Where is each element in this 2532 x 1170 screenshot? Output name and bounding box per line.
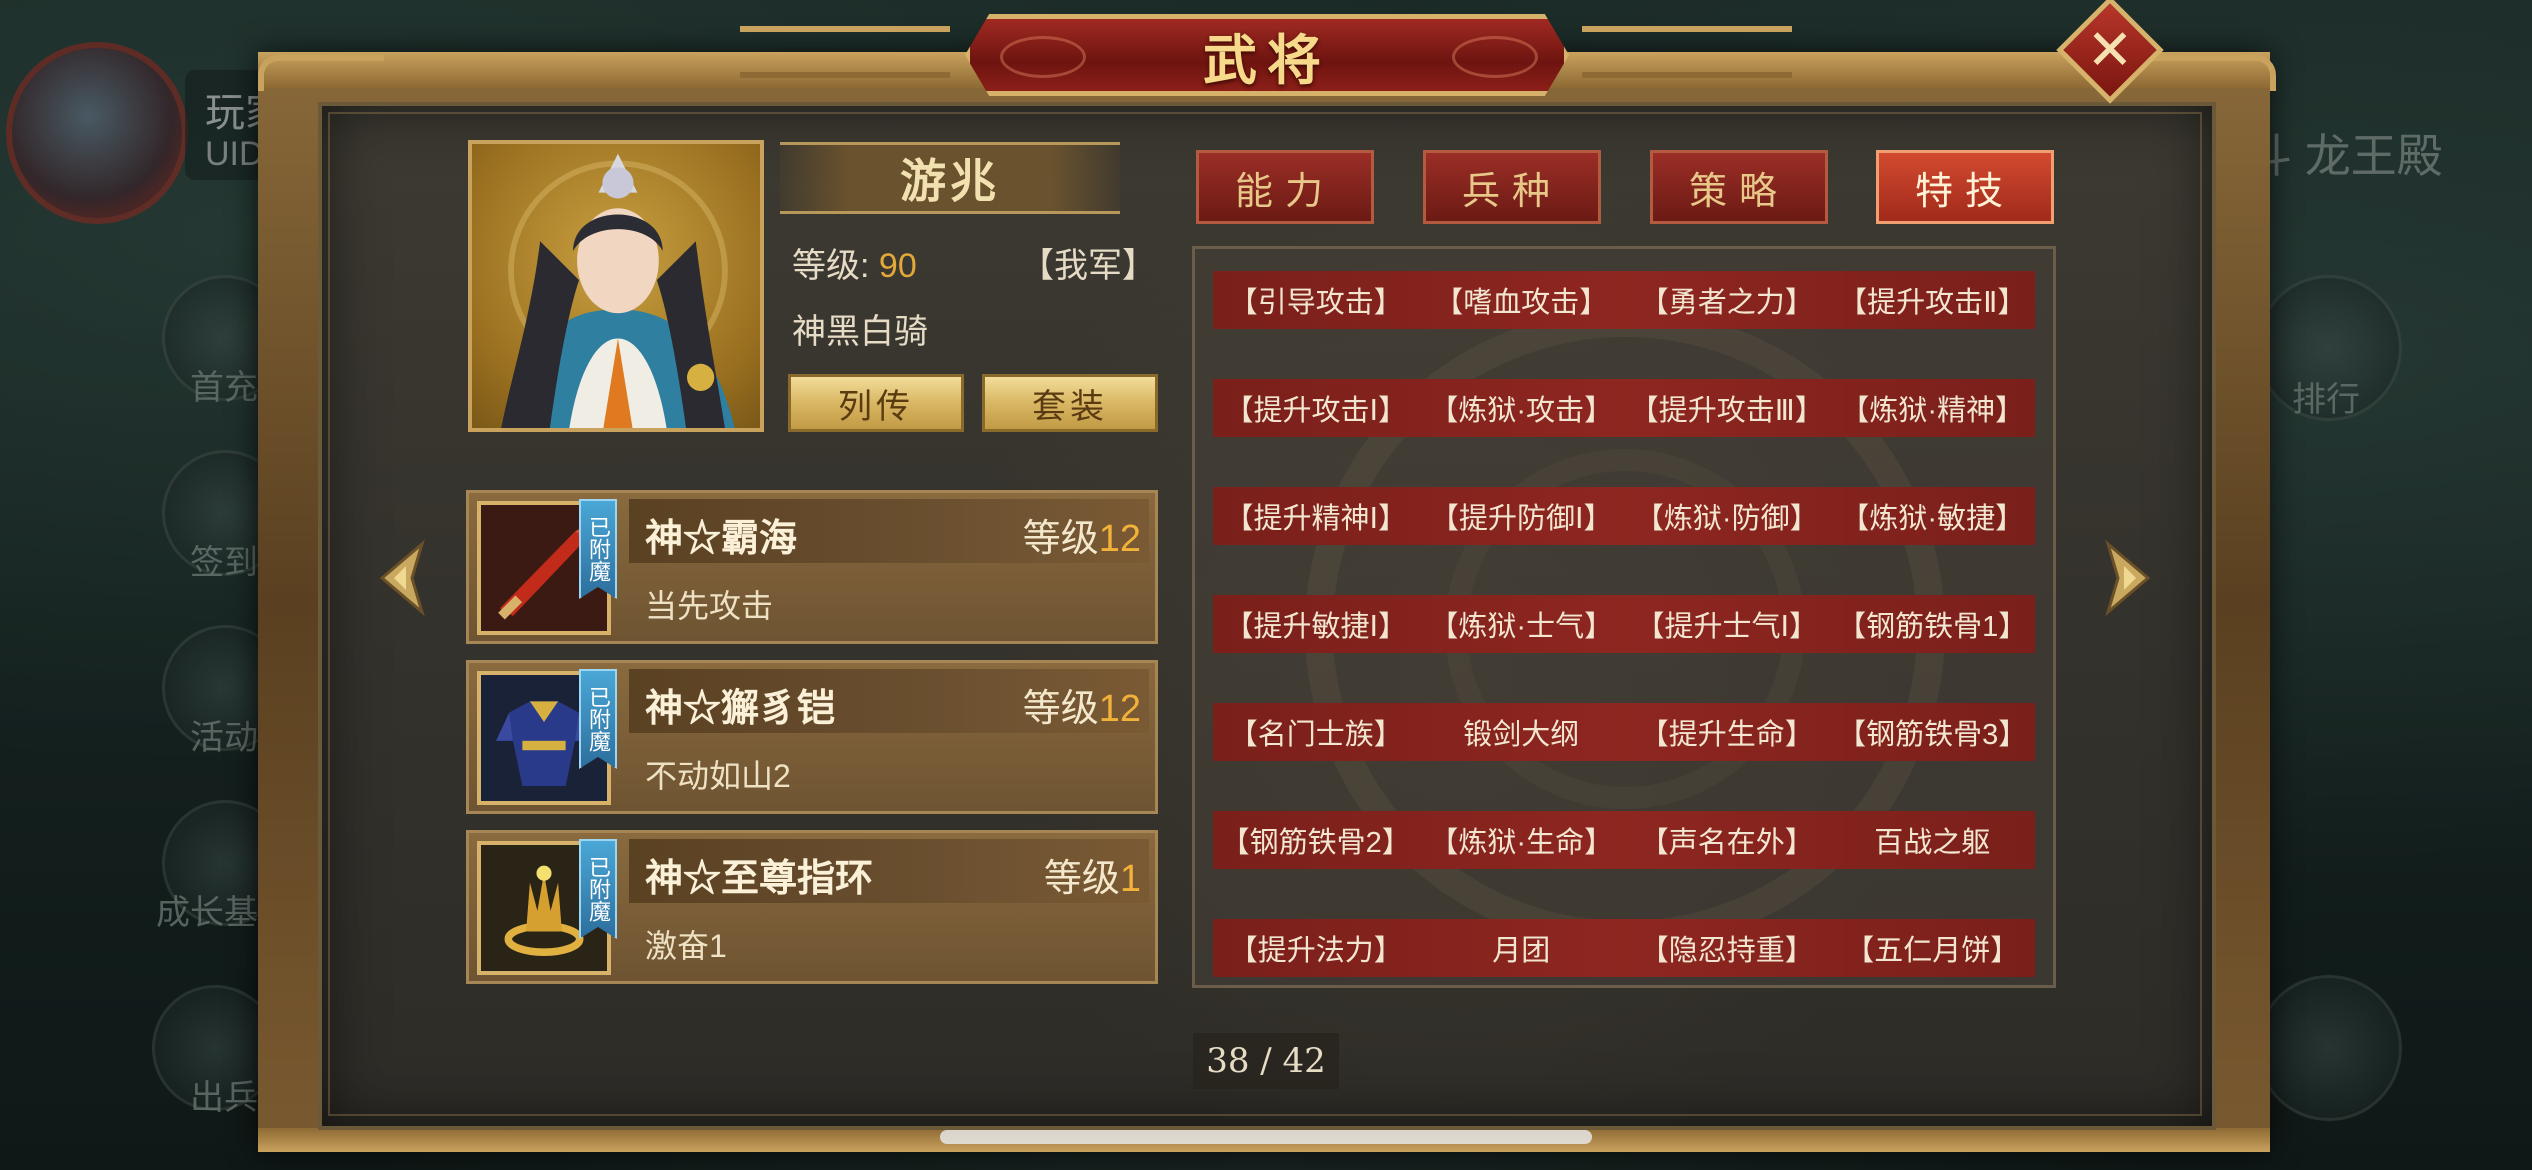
hero-faction: 【我军】 bbox=[1020, 247, 1156, 285]
hero-unit-type: 神黑白骑 bbox=[792, 313, 928, 351]
skill-row: 【提升精神Ⅰ】 【提升防御Ⅰ】 【炼狱·防御】 【炼狱·敏捷】 bbox=[1213, 487, 2035, 545]
equip-level: 等级12 bbox=[1023, 507, 1141, 562]
player-avatar bbox=[6, 42, 188, 224]
tab-troop-type[interactable]: 兵种 bbox=[1423, 150, 1601, 224]
skill-item[interactable]: 【炼狱·精神】 bbox=[1830, 379, 2036, 437]
skill-item[interactable]: 【提升防御Ⅰ】 bbox=[1419, 487, 1625, 545]
skill-item[interactable]: 【钢筋铁骨1】 bbox=[1830, 595, 2036, 653]
skill-item[interactable]: 【声名在外】 bbox=[1624, 811, 1830, 869]
skill-item[interactable]: 【炼狱·敏捷】 bbox=[1830, 487, 2036, 545]
skill-item[interactable]: 【提升生命】 bbox=[1624, 703, 1830, 761]
suit-button[interactable]: 套装 bbox=[982, 374, 1158, 432]
skill-row: 【钢筋铁骨2】 【炼狱·生命】 【声名在外】 百战之躯 bbox=[1213, 811, 2035, 869]
hero-level-value: 90 bbox=[878, 247, 917, 285]
panel-corner-left bbox=[258, 55, 384, 91]
skill-item[interactable]: 【引导攻击】 bbox=[1213, 271, 1419, 329]
skill-item[interactable]: 【提升法力】 bbox=[1213, 919, 1419, 977]
skill-item[interactable]: 【提升精神Ⅰ】 bbox=[1213, 487, 1419, 545]
equip-name: 神☆至尊指环 bbox=[645, 858, 874, 900]
skill-item[interactable]: 【提升攻击Ⅱ】 bbox=[1830, 271, 2036, 329]
skill-row: 【提升攻击Ⅰ】 【炼狱·攻击】 【提升攻击Ⅲ】 【炼狱·精神】 bbox=[1213, 379, 2035, 437]
hero-name: 游兆 bbox=[900, 154, 1000, 208]
skill-item[interactable]: 【提升攻击Ⅲ】 bbox=[1624, 379, 1830, 437]
skill-row: 【引导攻击】 【嗜血攻击】 【勇者之力】 【提升攻击Ⅱ】 bbox=[1213, 271, 2035, 329]
skill-item[interactable]: 【五仁月饼】 bbox=[1830, 919, 2036, 977]
skill-item[interactable]: 月团 bbox=[1419, 919, 1625, 977]
equip-name: 神☆霸海 bbox=[645, 518, 798, 560]
hero-pager: 38 / 42 bbox=[1193, 1033, 1339, 1089]
window-title: 武将 bbox=[1203, 27, 1331, 92]
equip-effect: 当先攻击 bbox=[645, 588, 774, 624]
equip-slot-armor[interactable]: 已附魔 神☆獬豸铠 等级12 不动如山2 bbox=[466, 660, 1158, 814]
equip-effect: 不动如山2 bbox=[645, 758, 791, 794]
equip-level: 等级12 bbox=[1023, 677, 1141, 732]
skill-row: 【名门士族】 锻剑大纲 【提升生命】 【钢筋铁骨3】 bbox=[1213, 703, 2035, 761]
skill-item[interactable]: 锻剑大纲 bbox=[1419, 703, 1625, 761]
tab-strategy[interactable]: 策略 bbox=[1650, 150, 1828, 224]
equip-level: 等级1 bbox=[1044, 847, 1141, 902]
equip-level-label: 等级 bbox=[1022, 518, 1099, 560]
enchanted-badge: 已附魔 bbox=[579, 499, 617, 599]
skill-item[interactable]: 【提升敏捷Ⅰ】 bbox=[1213, 595, 1419, 653]
skill-item[interactable]: 【提升士气Ⅰ】 bbox=[1624, 595, 1830, 653]
skill-item[interactable]: 【钢筋铁骨3】 bbox=[1830, 703, 2036, 761]
skill-item[interactable]: 【提升攻击Ⅰ】 bbox=[1213, 379, 1419, 437]
hero-level-label: 等级: bbox=[792, 247, 870, 285]
tab-ability[interactable]: 能力 bbox=[1196, 150, 1374, 224]
biography-button[interactable]: 列传 bbox=[788, 374, 964, 432]
skill-item[interactable]: 【炼狱·防御】 bbox=[1624, 487, 1830, 545]
title-ornament-left bbox=[1000, 36, 1086, 78]
tab-special-skills[interactable]: 特技 bbox=[1876, 150, 2054, 224]
panel-corner-right bbox=[2150, 55, 2276, 91]
close-icon[interactable]: ✕ bbox=[2072, 12, 2148, 88]
skill-list: 【引导攻击】 【嗜血攻击】 【勇者之力】 【提升攻击Ⅱ】 【提升攻击Ⅰ】 【炼狱… bbox=[1192, 246, 2056, 988]
skill-item[interactable]: 【炼狱·攻击】 bbox=[1419, 379, 1625, 437]
skill-row: 【提升法力】 月团 【隐忍持重】 【五仁月饼】 bbox=[1213, 919, 2035, 977]
hero-level: 等级: 90 bbox=[792, 238, 917, 287]
hero-portrait[interactable] bbox=[468, 140, 764, 432]
skill-item[interactable]: 【钢筋铁骨2】 bbox=[1213, 811, 1419, 869]
equip-slot-weapon[interactable]: 已附魔 神☆霸海 等级12 当先攻击 bbox=[466, 490, 1158, 644]
skill-item[interactable]: 百战之躯 bbox=[1830, 811, 2036, 869]
hero-portrait-art bbox=[501, 153, 735, 428]
skill-item[interactable]: 【名门士族】 bbox=[1213, 703, 1419, 761]
home-indicator[interactable] bbox=[940, 1130, 1592, 1144]
equip-level-value: 12 bbox=[1098, 688, 1141, 730]
equip-level-label: 等级 bbox=[1022, 688, 1099, 730]
prev-hero-arrow-icon[interactable] bbox=[372, 538, 432, 618]
equip-name: 神☆獬豸铠 bbox=[645, 688, 836, 730]
skill-row: 【提升敏捷Ⅰ】 【炼狱·士气】 【提升士气Ⅰ】 【钢筋铁骨1】 bbox=[1213, 595, 2035, 653]
equip-slot-ring[interactable]: 已附魔 神☆至尊指环 等级1 激奋1 bbox=[466, 830, 1158, 984]
skill-item[interactable]: 【炼狱·士气】 bbox=[1419, 595, 1625, 653]
hero-name-plate: 游兆 bbox=[780, 142, 1120, 214]
skill-item[interactable]: 【隐忍持重】 bbox=[1624, 919, 1830, 977]
equip-level-value: 12 bbox=[1098, 518, 1141, 560]
next-hero-arrow-icon[interactable] bbox=[2098, 538, 2158, 618]
skill-item[interactable]: 【勇者之力】 bbox=[1624, 271, 1830, 329]
equip-level-label: 等级 bbox=[1043, 858, 1120, 900]
equip-level-value: 1 bbox=[1119, 858, 1141, 900]
title-ornament-right bbox=[1452, 36, 1538, 78]
title-wing-left bbox=[740, 26, 950, 78]
enchanted-badge: 已附魔 bbox=[579, 669, 617, 769]
menu-more-icon bbox=[2256, 975, 2402, 1121]
equip-effect: 激奋1 bbox=[645, 928, 727, 964]
skill-item[interactable]: 【嗜血攻击】 bbox=[1419, 271, 1625, 329]
enchanted-badge: 已附魔 bbox=[579, 839, 617, 939]
skill-item[interactable]: 【炼狱·生命】 bbox=[1419, 811, 1625, 869]
title-wing-right bbox=[1582, 26, 1792, 78]
